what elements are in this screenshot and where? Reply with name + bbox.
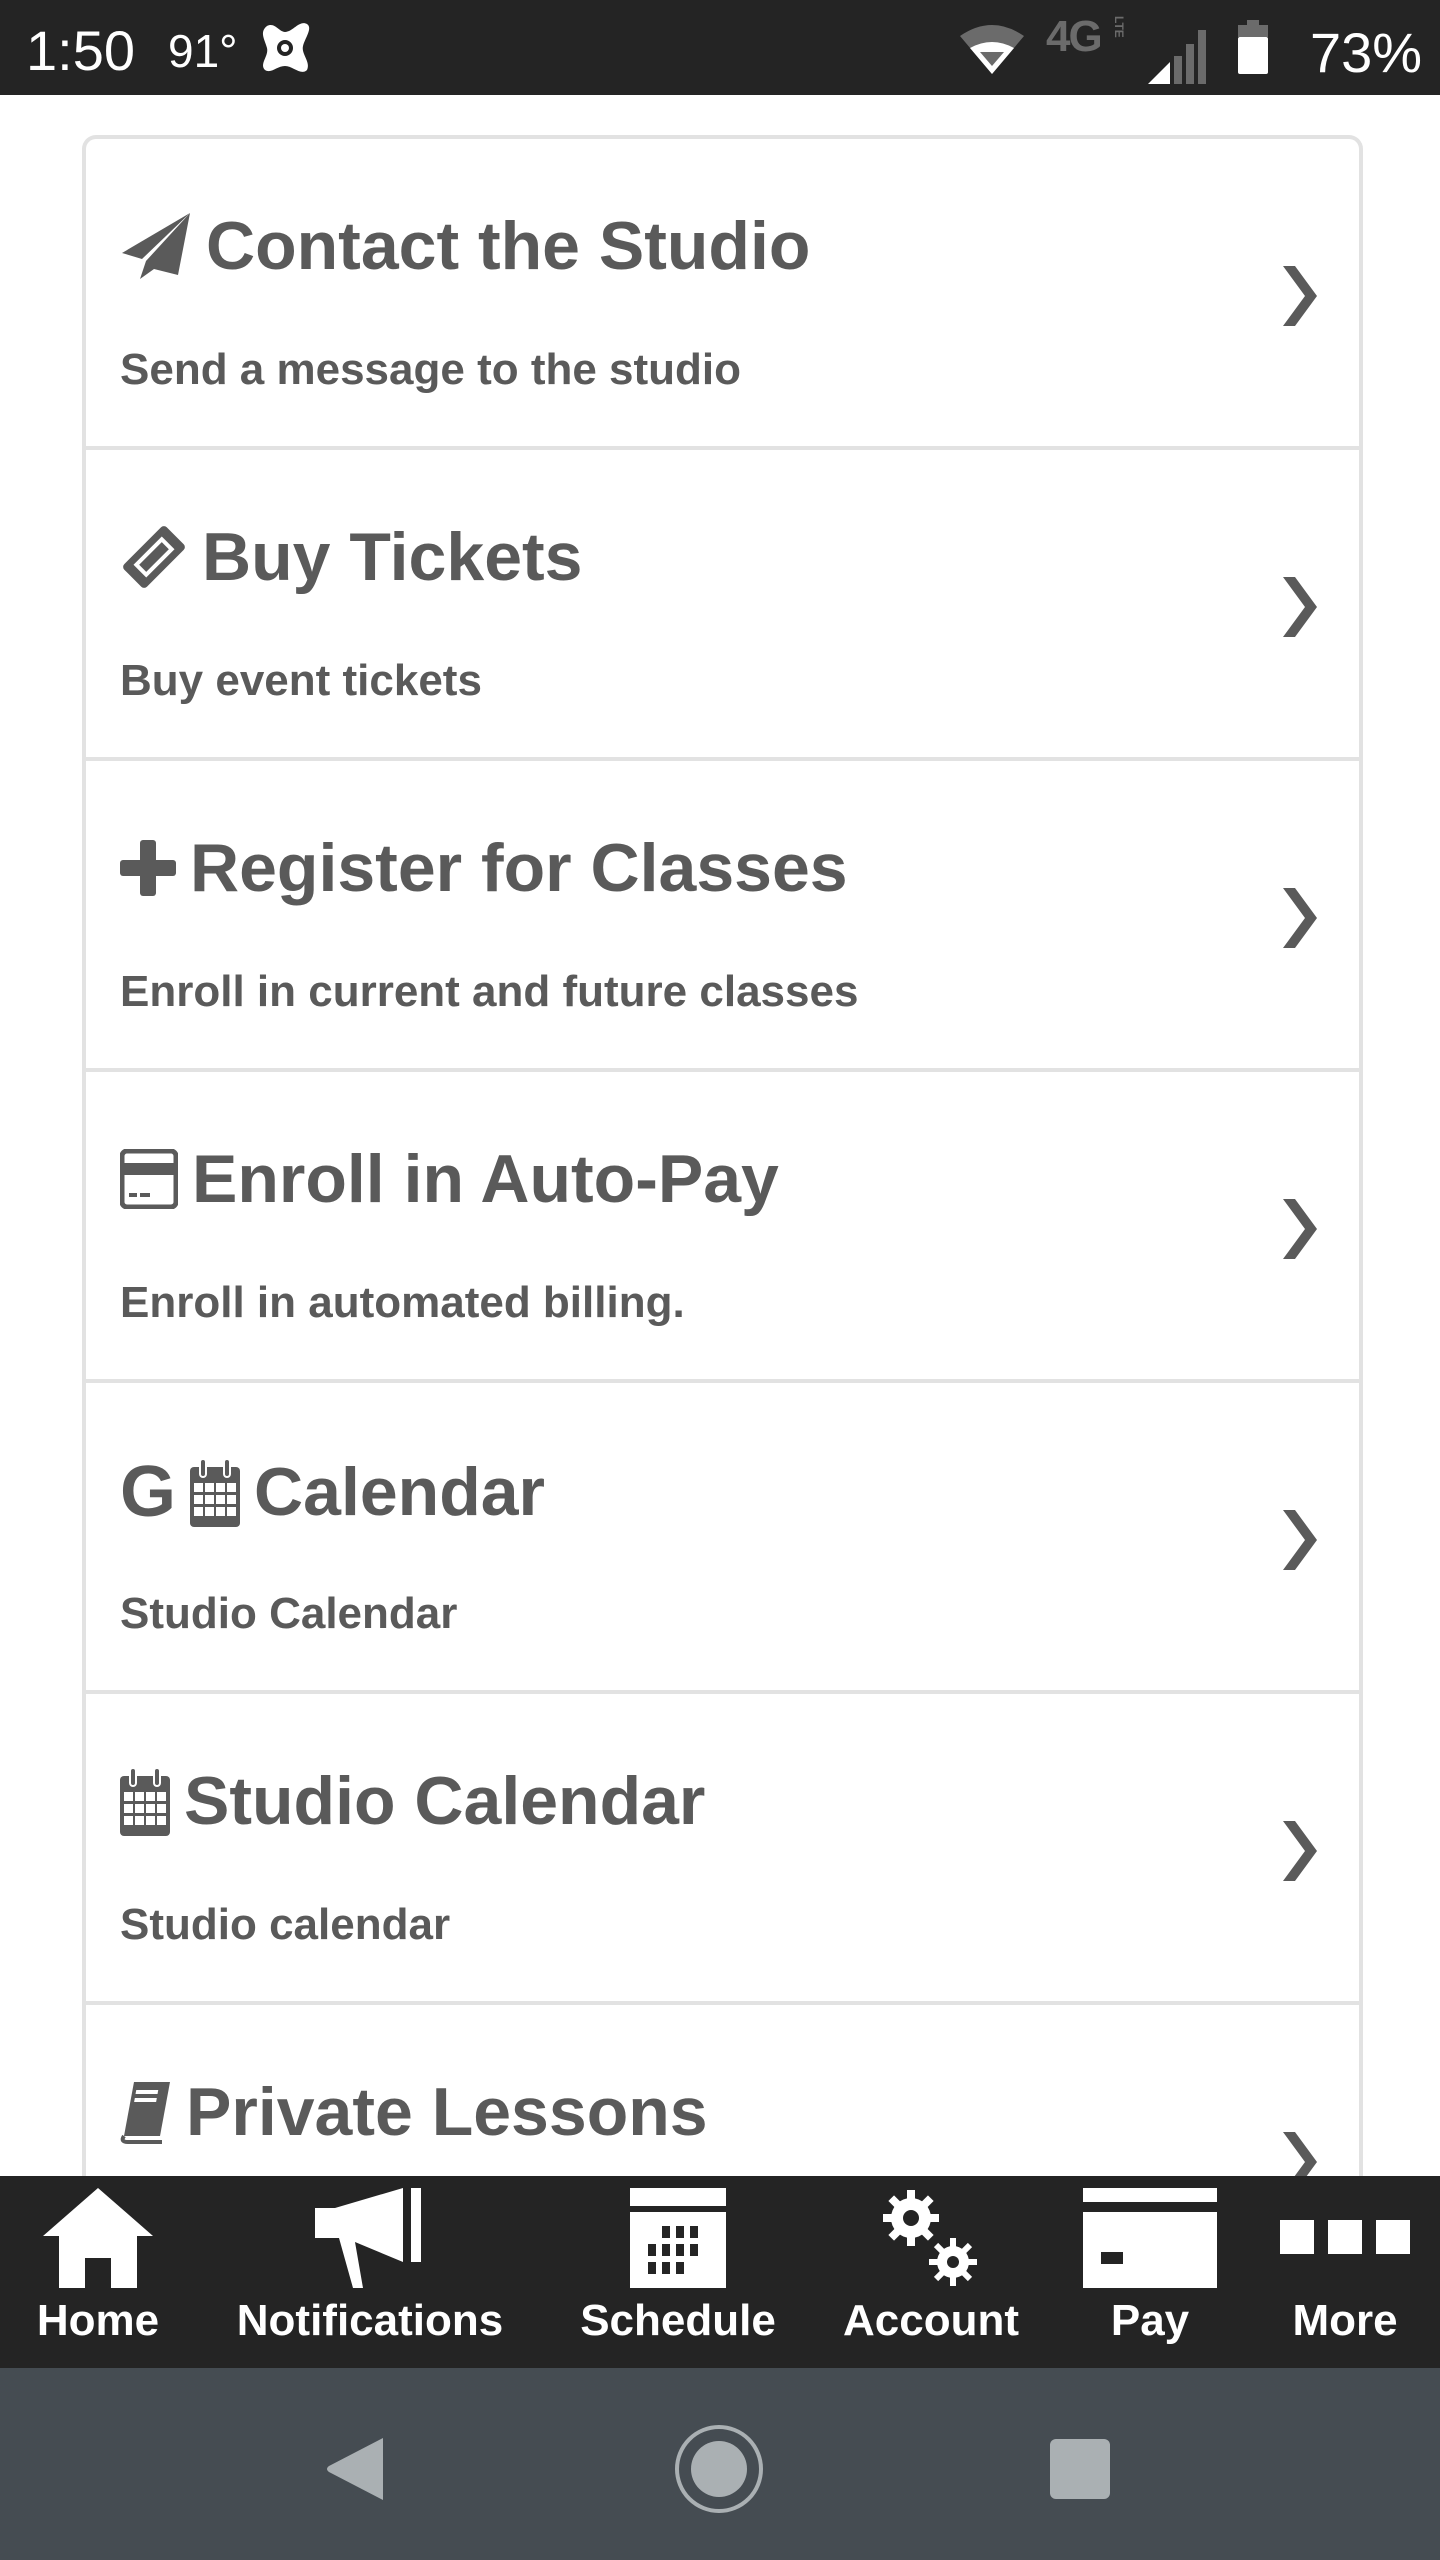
chevron-right-icon[interactable]	[1281, 1508, 1319, 1572]
home-button[interactable]	[674, 2424, 764, 2514]
menu-item-title: Studio Calendar	[184, 1763, 706, 1839]
back-button[interactable]	[310, 2424, 400, 2514]
menu-item-subtitle: Studio calendar	[120, 1900, 451, 1949]
tab-home[interactable]: Home	[20, 2176, 176, 2368]
menu-item-calendar[interactable]: G Calendar Studio Calendar	[86, 1383, 1359, 1694]
menu-item-studio-calendar[interactable]: Studio Calendar Studio calendar	[86, 1694, 1359, 2005]
menu-item-contact-studio[interactable]: Contact the Studio Send a message to the…	[86, 139, 1359, 450]
status-time: 1:50	[26, 19, 135, 82]
tab-pay[interactable]: Pay	[1080, 2176, 1220, 2368]
chevron-right-icon[interactable]	[1281, 575, 1319, 639]
tab-label: Pay	[1110, 2296, 1190, 2345]
signal-icon	[1148, 30, 1206, 84]
battery-icon	[1238, 20, 1268, 74]
chevron-right-icon[interactable]	[1281, 1819, 1319, 1883]
menu-item-subtitle: Enroll in automated billing.	[120, 1278, 685, 1327]
tab-more[interactable]: More	[1270, 2176, 1420, 2368]
battery-percent: 73%	[1310, 21, 1423, 84]
network-lte: LTE	[1112, 16, 1126, 38]
menu-item-title: Enroll in Auto-Pay	[192, 1141, 779, 1217]
credit-card-icon	[1083, 2188, 1217, 2288]
menu-item-register-classes[interactable]: Register for Classes Enroll in current a…	[86, 761, 1359, 1072]
system-nav-bar	[0, 2368, 1440, 2560]
menu-item-title: Register for Classes	[190, 830, 848, 906]
status-temperature: 91°	[168, 25, 238, 77]
megaphone-icon	[315, 2188, 421, 2288]
bottom-tab-bar: Home Notifications Schedule Account Pay …	[0, 2176, 1440, 2368]
recents-icon	[1050, 2439, 1110, 2499]
menu-item-title: Contact the Studio	[206, 208, 811, 284]
tab-label: Schedule	[580, 2296, 776, 2345]
menu-item-auto-pay[interactable]: Enroll in Auto-Pay Enroll in automated b…	[86, 1072, 1359, 1383]
tab-label: Notifications	[236, 2296, 504, 2345]
home-circle-icon	[675, 2425, 763, 2513]
schedule-icon	[630, 2188, 726, 2288]
tab-label: Account	[843, 2296, 1019, 2345]
recents-button[interactable]	[1035, 2424, 1125, 2514]
wifi-icon	[960, 25, 1024, 74]
menu-item-title: Calendar	[254, 1454, 546, 1530]
book-icon	[120, 2080, 172, 2144]
menu-item-subtitle: Enroll in current and future classes	[120, 967, 859, 1016]
tab-label: More	[1292, 2296, 1398, 2345]
tab-label: Home	[36, 2296, 160, 2345]
calendar-icon	[190, 1457, 241, 1527]
back-icon	[327, 2438, 383, 2500]
status-bar: 1:50 91° 4G LTE 73%	[0, 0, 1440, 95]
chevron-right-icon[interactable]	[1281, 264, 1319, 328]
home-icon	[43, 2188, 153, 2288]
plus-icon	[120, 840, 176, 896]
google-icon: G	[120, 1452, 177, 1532]
avast-icon	[262, 23, 310, 72]
menu-item-subtitle: Send a message to the studio	[120, 345, 742, 394]
more-icon	[1280, 2220, 1410, 2254]
gears-icon	[883, 2190, 977, 2286]
menu-item-title: Buy Tickets	[202, 519, 583, 595]
tab-schedule[interactable]: Schedule	[570, 2176, 786, 2368]
paper-plane-icon	[120, 211, 192, 281]
menu-item-buy-tickets[interactable]: Buy Tickets Buy event tickets	[86, 450, 1359, 761]
tab-account[interactable]: Account	[826, 2176, 1036, 2368]
network-type: 4G	[1046, 12, 1103, 61]
menu-item-subtitle: Studio Calendar	[120, 1589, 458, 1638]
menu-item-title: Private Lessons	[186, 2074, 708, 2150]
chevron-right-icon[interactable]	[1281, 1197, 1319, 1261]
calendar-icon	[120, 1766, 170, 1836]
menu-list: Contact the Studio Send a message to the…	[82, 135, 1363, 2239]
credit-card-icon	[120, 1149, 178, 1209]
menu-item-subtitle: Buy event tickets	[120, 656, 482, 705]
tab-notifications[interactable]: Notifications	[220, 2176, 520, 2368]
ticket-icon	[120, 523, 188, 591]
chevron-right-icon[interactable]	[1281, 886, 1319, 950]
